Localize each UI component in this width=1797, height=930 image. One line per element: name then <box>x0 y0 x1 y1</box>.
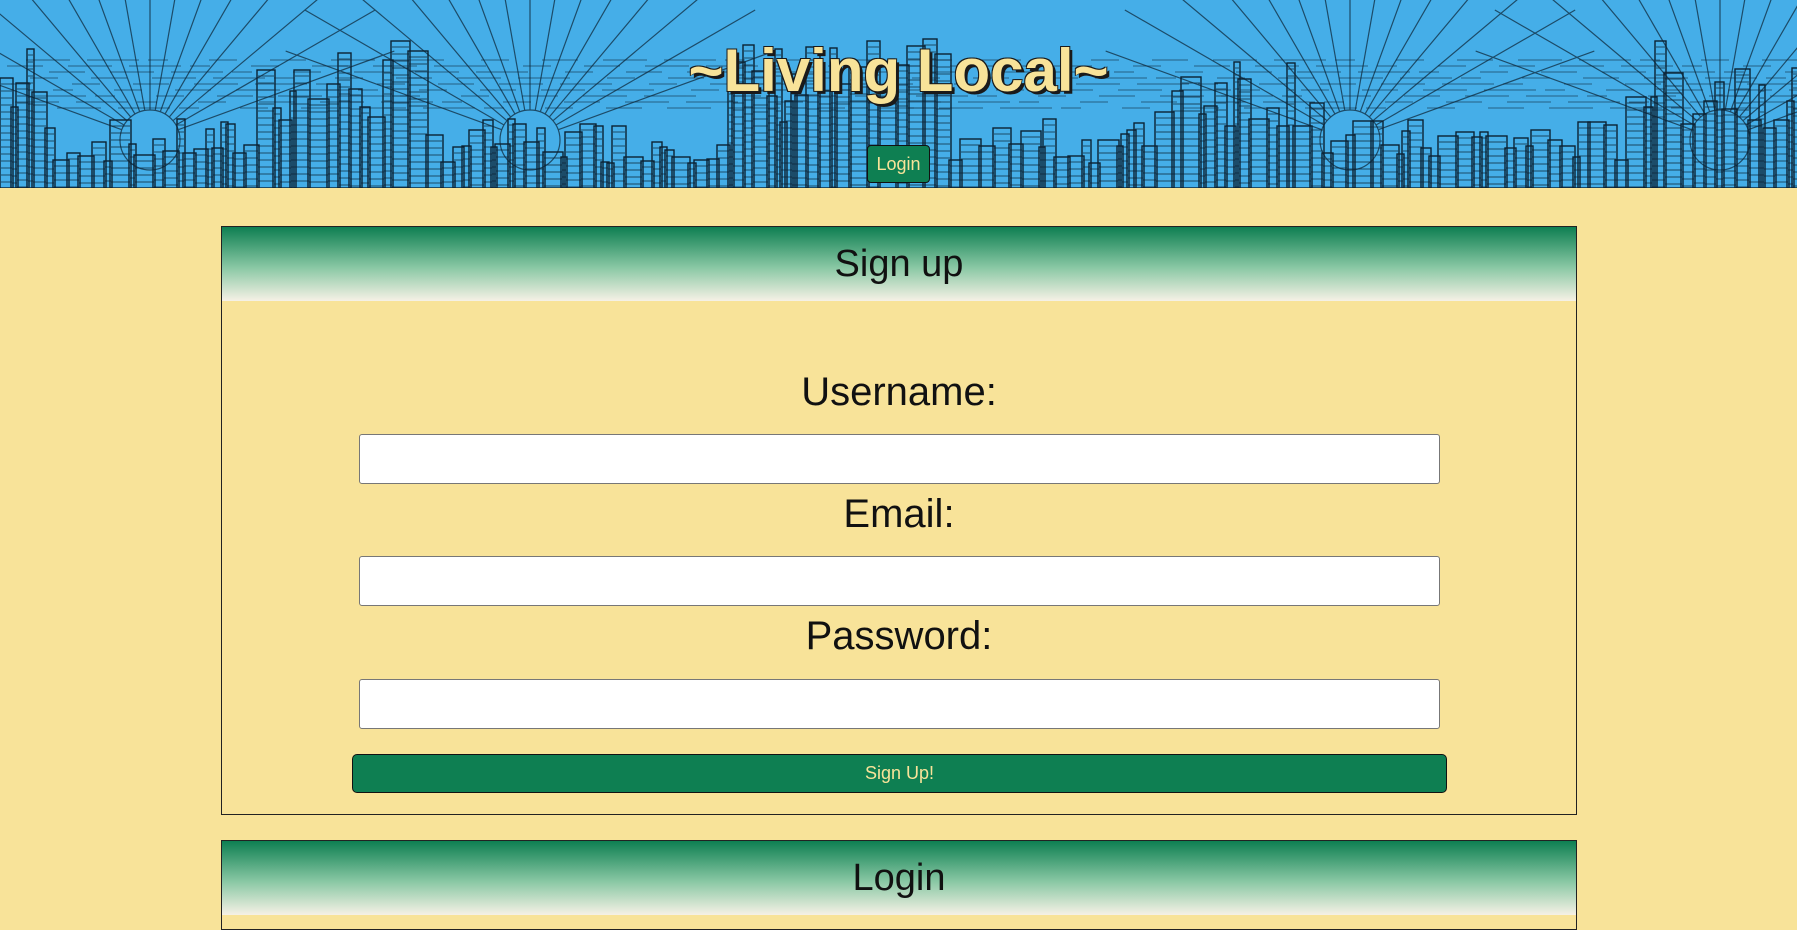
site-title: ~Living Local~ <box>688 37 1109 104</box>
signup-submit-button[interactable]: Sign Up! <box>352 754 1447 793</box>
site-header: ~Living Local~ Login <box>0 0 1797 188</box>
email-input[interactable] <box>359 556 1440 606</box>
signup-heading: Sign up <box>222 227 1576 301</box>
header-login-button[interactable]: Login <box>867 145 930 183</box>
password-label: Password: <box>805 614 993 658</box>
password-input[interactable] <box>359 679 1440 729</box>
username-label: Username: <box>801 370 997 414</box>
username-input[interactable] <box>359 434 1440 484</box>
login-heading: Login <box>222 841 1576 915</box>
login-card: Login <box>221 840 1577 930</box>
email-label: Email: <box>843 492 955 536</box>
signup-card: Sign up Username: Email: Password: Sign … <box>221 226 1577 815</box>
